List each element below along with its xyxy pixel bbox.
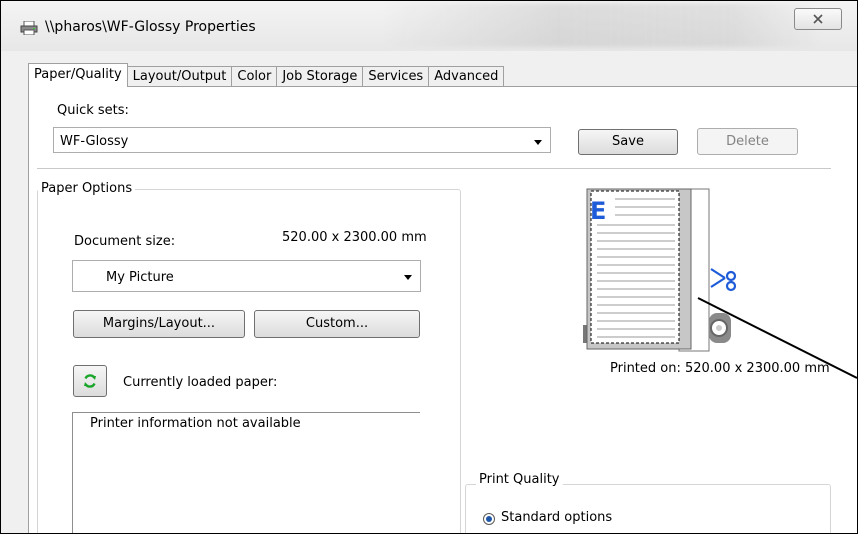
properties-dialog: \\pharos\WF-Glossy Properties Paper/Qual…	[0, 0, 858, 534]
tab-paper-quality[interactable]: Paper/Quality	[28, 63, 128, 87]
annotation-line	[697, 297, 857, 379]
